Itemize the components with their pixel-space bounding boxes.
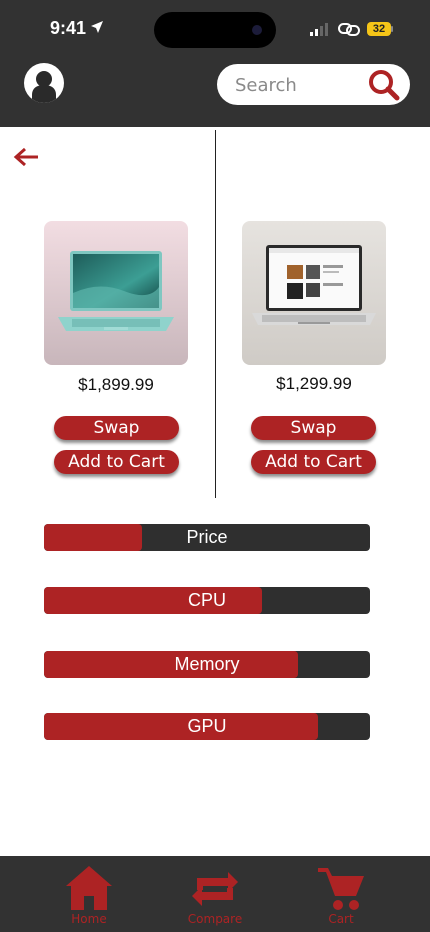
- swap-button[interactable]: Swap: [54, 416, 179, 440]
- compare-icon: [192, 872, 238, 906]
- bar-label: CPU: [187, 590, 226, 610]
- bottom-nav: Home Compare Cart: [0, 856, 430, 932]
- search-bar: [217, 64, 410, 107]
- search-icon[interactable]: [367, 68, 401, 102]
- nav-item-compare[interactable]: Compare: [170, 856, 260, 932]
- back-arrow-icon[interactable]: [13, 146, 41, 168]
- product-price: $1,299.99: [276, 374, 352, 393]
- app-header: 9:41 32: [0, 0, 430, 127]
- bar-label: Memory: [174, 654, 240, 674]
- home-icon: [66, 866, 112, 910]
- nav-item-home[interactable]: Home: [44, 856, 134, 932]
- battery-indicator: 32: [367, 22, 391, 36]
- camera-dot: [252, 25, 262, 35]
- memory-bar: Memory: [44, 651, 370, 678]
- nav-item-cart[interactable]: Cart: [296, 856, 386, 932]
- user-icon: [32, 71, 56, 103]
- nav-label-home: Home: [71, 912, 107, 926]
- status-time: 9:41: [50, 18, 87, 38]
- add-to-cart-button[interactable]: Add to Cart: [54, 450, 179, 474]
- bar-label: GPU: [187, 716, 227, 736]
- link-icon: [338, 23, 360, 36]
- column-divider: [215, 130, 216, 498]
- gpu-bar: GPU: [44, 713, 370, 740]
- add-to-cart-button[interactable]: Add to Cart: [251, 450, 376, 474]
- location-arrow-icon: [91, 21, 103, 33]
- search-input[interactable]: [233, 64, 367, 107]
- laptop-teal-image: [44, 221, 188, 365]
- avatar[interactable]: [24, 63, 64, 103]
- product-price: $1,899.99: [78, 375, 154, 394]
- nav-label-compare: Compare: [187, 912, 243, 926]
- cpu-bar: CPU: [44, 587, 370, 614]
- bar-label: Price: [186, 527, 228, 547]
- price-bar: Price: [44, 524, 370, 551]
- swap-button[interactable]: Swap: [251, 416, 376, 440]
- nav-label-cart: Cart: [328, 912, 354, 926]
- laptop-silver-image: [242, 221, 386, 365]
- signal-icon: [310, 23, 328, 36]
- battery-tip: [391, 26, 393, 32]
- cart-icon: [318, 868, 364, 910]
